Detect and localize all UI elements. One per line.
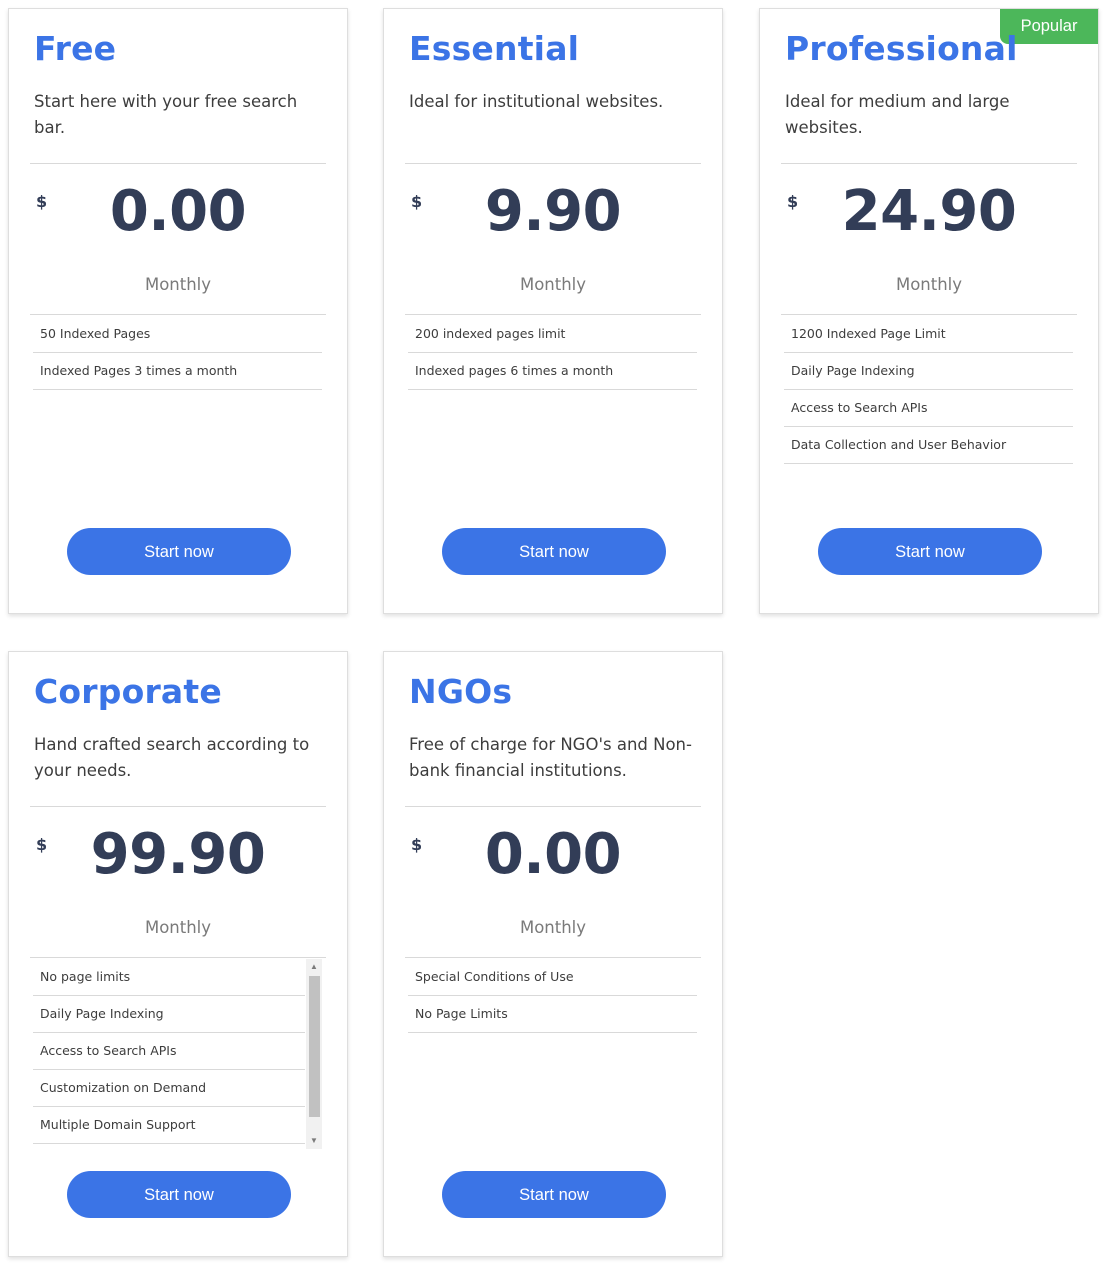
feature-list-scrollbar[interactable]: ▲ ▼ xyxy=(306,959,322,1149)
divider xyxy=(30,957,326,958)
feature-item: Indexed Pages 3 times a month xyxy=(33,353,322,390)
scroll-down-arrow-icon[interactable]: ▼ xyxy=(306,1133,322,1149)
billing-period: Monthly xyxy=(144,918,212,937)
feature-item: Access to Search APIs xyxy=(784,390,1073,427)
plan-description: Free of charge for NGO's and Non-bank fi… xyxy=(409,735,692,780)
billing-period: Monthly xyxy=(519,918,587,937)
scrollbar-thumb[interactable] xyxy=(309,976,320,1117)
start-now-button[interactable]: Start now xyxy=(442,1171,666,1218)
start-now-button[interactable]: Start now xyxy=(818,528,1042,575)
feature-item: Customization on Demand xyxy=(33,1070,305,1107)
plan-title: Professional xyxy=(785,29,1018,68)
billing-period: Monthly xyxy=(895,275,963,294)
divider xyxy=(781,314,1077,315)
divider xyxy=(405,806,701,807)
feature-list: 200 indexed pages limit Indexed pages 6 … xyxy=(408,316,697,506)
feature-item: 200 indexed pages limit xyxy=(408,316,697,353)
divider xyxy=(781,163,1077,164)
plan-price: 0.00 xyxy=(484,822,622,887)
feature-item: Multiple Domain Support xyxy=(33,1107,305,1144)
start-now-button[interactable]: Start now xyxy=(442,528,666,575)
plan-card-corporate: Corporate Hand crafted search according … xyxy=(8,651,348,1257)
plan-price: 9.90 xyxy=(484,179,622,244)
feature-item: Data Collection and User Behavior xyxy=(784,427,1073,464)
feature-item: Access to Search APIs xyxy=(33,1033,305,1070)
plan-description: Hand crafted search according to your ne… xyxy=(34,735,310,780)
plan-title: Corporate xyxy=(34,672,222,711)
plan-title: Free xyxy=(34,29,117,68)
plan-card-free: Free Start here with your free search ba… xyxy=(8,8,348,614)
start-now-button[interactable]: Start now xyxy=(67,528,291,575)
plan-title: NGOs xyxy=(409,672,513,711)
feature-list[interactable]: No page limits Daily Page Indexing Acces… xyxy=(33,959,322,1149)
divider xyxy=(30,314,326,315)
plan-price: 99.90 xyxy=(90,822,266,887)
feature-item: Indexed pages 6 times a month xyxy=(408,353,697,390)
divider xyxy=(405,163,701,164)
feature-item: 1200 Indexed Page Limit xyxy=(784,316,1073,353)
feature-item: 50 Indexed Pages xyxy=(33,316,322,353)
feature-item: No Page Limits xyxy=(408,996,697,1033)
divider xyxy=(30,163,326,164)
feature-item: Daily Page Indexing xyxy=(33,996,305,1033)
billing-period: Monthly xyxy=(519,275,587,294)
divider xyxy=(405,314,701,315)
scroll-up-arrow-icon[interactable]: ▲ xyxy=(306,959,322,975)
divider xyxy=(30,806,326,807)
plan-card-essential: Essential Ideal for institutional websit… xyxy=(383,8,723,614)
divider xyxy=(405,957,701,958)
feature-list: 50 Indexed Pages Indexed Pages 3 times a… xyxy=(33,316,322,506)
plan-description: Start here with your free search bar. xyxy=(34,92,298,137)
feature-item: Daily Page Indexing xyxy=(784,353,1073,390)
plan-title: Essential xyxy=(409,29,580,68)
plan-price: 0.00 xyxy=(109,179,247,244)
billing-period: Monthly xyxy=(144,275,212,294)
plan-card-professional: Popular Professional Ideal for medium an… xyxy=(759,8,1099,614)
feature-list: 1200 Indexed Page Limit Daily Page Index… xyxy=(784,316,1073,506)
plan-description: Ideal for medium and large websites. xyxy=(785,92,1010,137)
feature-list: Special Conditions of Use No Page Limits xyxy=(408,959,697,1149)
feature-item: No page limits xyxy=(33,959,305,996)
start-now-button[interactable]: Start now xyxy=(67,1171,291,1218)
feature-item: Special Conditions of Use xyxy=(408,959,697,996)
plan-card-ngos: NGOs Free of charge for NGO's and Non-ba… xyxy=(383,651,723,1257)
plan-description: Ideal for institutional websites. xyxy=(409,92,664,111)
plan-price: 24.90 xyxy=(841,179,1017,244)
